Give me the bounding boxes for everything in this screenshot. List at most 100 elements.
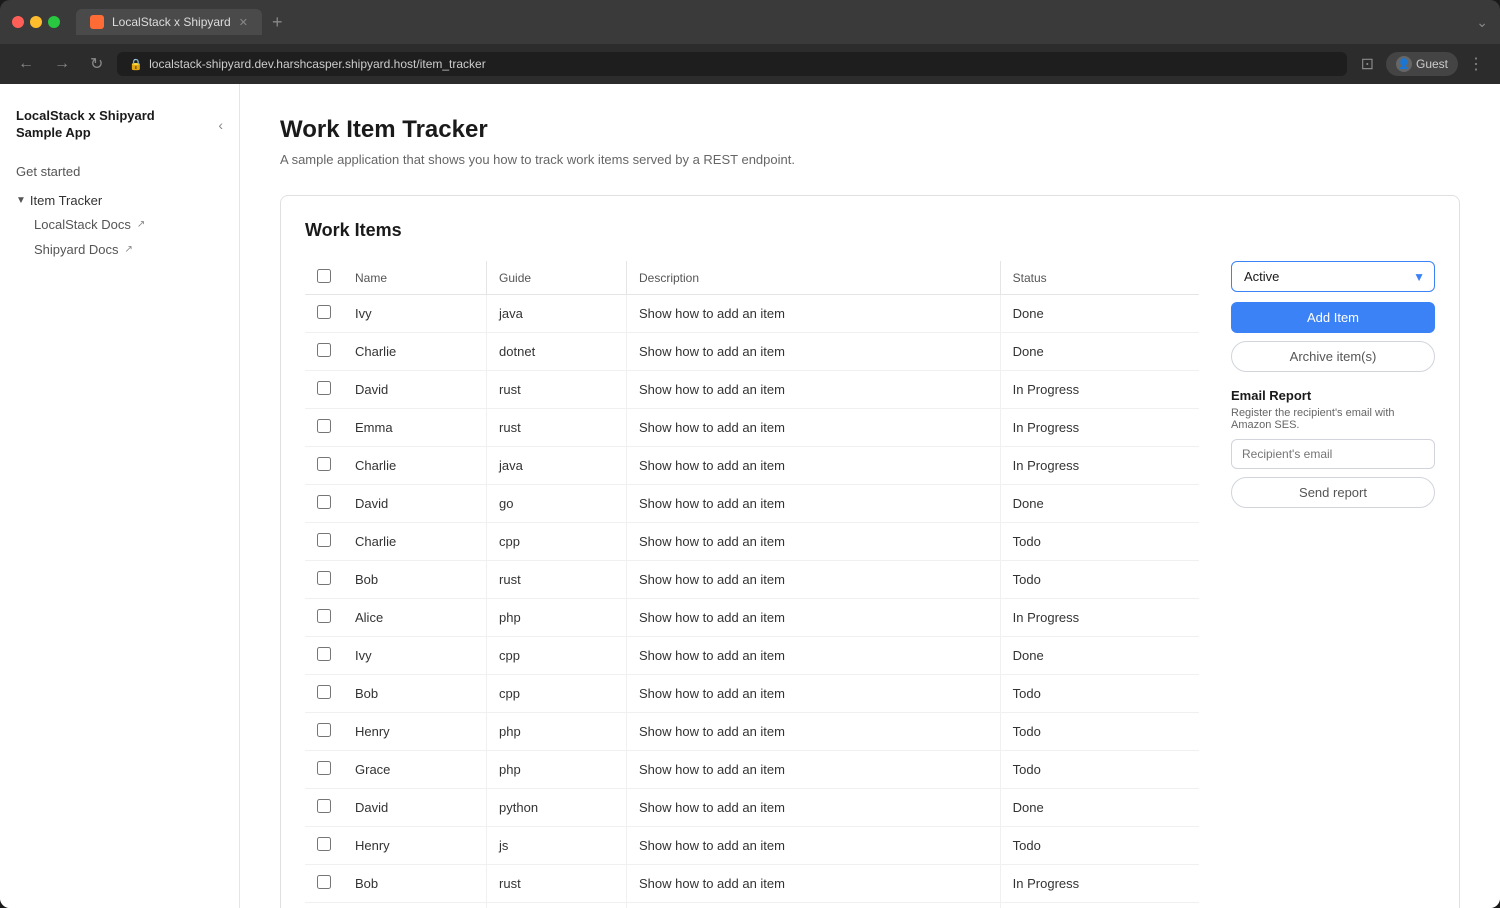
add-item-button[interactable]: Add Item [1231, 302, 1435, 333]
row-status: Todo [1000, 827, 1199, 865]
tab-close-button[interactable]: ✕ [239, 16, 248, 29]
sidebar-item-shipyard-docs[interactable]: Shipyard Docs ↗ [0, 237, 239, 262]
row-checkbox[interactable] [317, 419, 331, 433]
table-row: Henry js Show how to add an item Todo [305, 827, 1199, 865]
sidebar-collapse-button[interactable]: ‹ [218, 117, 223, 133]
table-row: Grace php Show how to add an item Todo [305, 751, 1199, 789]
row-description: Show how to add an item [627, 827, 1001, 865]
row-checkbox[interactable] [317, 723, 331, 737]
row-checkbox-cell [305, 789, 343, 827]
close-button[interactable] [12, 16, 24, 28]
row-checkbox-cell [305, 371, 343, 409]
row-checkbox[interactable] [317, 533, 331, 547]
row-name: Charlie [343, 523, 487, 561]
minimize-button[interactable] [30, 16, 42, 28]
row-checkbox[interactable] [317, 761, 331, 775]
row-checkbox[interactable] [317, 609, 331, 623]
row-checkbox[interactable] [317, 495, 331, 509]
split-view-button[interactable]: ⊡ [1355, 50, 1380, 78]
tabs-dropdown-icon[interactable]: ⌄ [1476, 14, 1488, 31]
row-checkbox-cell [305, 751, 343, 789]
row-name: Ivy [343, 637, 487, 675]
select-all-checkbox[interactable] [317, 269, 331, 283]
row-checkbox[interactable] [317, 685, 331, 699]
shipyard-docs-label: Shipyard Docs [34, 242, 119, 257]
sidebar-section-item-tracker-header[interactable]: ▼ Item Tracker [0, 189, 239, 212]
row-description: Show how to add an item [627, 789, 1001, 827]
recipient-email-input[interactable] [1231, 439, 1435, 469]
profile-avatar-icon: 👤 [1396, 56, 1412, 72]
row-checkbox[interactable] [317, 571, 331, 585]
forward-button[interactable]: → [48, 51, 76, 77]
row-description: Show how to add an item [627, 333, 1001, 371]
row-checkbox[interactable] [317, 837, 331, 851]
profile-button[interactable]: 👤 Guest [1386, 52, 1458, 76]
row-checkbox[interactable] [317, 647, 331, 661]
back-button[interactable]: ← [12, 51, 40, 77]
page-description: A sample application that shows you how … [280, 152, 1460, 167]
table-scroll-container: Name Guide Description Status Ivy java S… [305, 261, 1199, 908]
row-status: Todo [1000, 751, 1199, 789]
active-tab[interactable]: LocalStack x Shipyard ✕ [76, 9, 262, 35]
row-guide: php [487, 751, 627, 789]
sidebar: LocalStack x Shipyard Sample App ‹ Get s… [0, 84, 240, 908]
row-status: In Progress [1000, 371, 1199, 409]
archive-items-button[interactable]: Archive item(s) [1231, 341, 1435, 372]
row-description: Show how to add an item [627, 371, 1001, 409]
status-filter-wrapper: Active Archived ▼ [1231, 261, 1435, 292]
table-body: Ivy java Show how to add an item Done Ch… [305, 295, 1199, 908]
row-checkbox[interactable] [317, 875, 331, 889]
status-filter-select[interactable]: Active Archived [1231, 261, 1435, 292]
row-checkbox-cell [305, 903, 343, 908]
row-checkbox-cell [305, 865, 343, 903]
row-status: Done [1000, 295, 1199, 333]
row-guide: cpp [487, 523, 627, 561]
row-description: Show how to add an item [627, 561, 1001, 599]
sidebar-item-get-started[interactable]: Get started [0, 158, 239, 185]
table-row: Charlie cpp Show how to add an item Todo [305, 523, 1199, 561]
profile-label: Guest [1416, 57, 1448, 71]
main-content: Work Item Tracker A sample application t… [240, 84, 1500, 908]
row-checkbox[interactable] [317, 799, 331, 813]
row-name: Bob [343, 561, 487, 599]
email-report-section: Email Report Register the recipient's em… [1231, 388, 1435, 508]
row-checkbox[interactable] [317, 381, 331, 395]
send-report-button[interactable]: Send report [1231, 477, 1435, 508]
row-description: Show how to add an item [627, 751, 1001, 789]
maximize-button[interactable] [48, 16, 60, 28]
reload-button[interactable]: ↻ [84, 50, 109, 78]
row-checkbox[interactable] [317, 343, 331, 357]
row-name: David [343, 371, 487, 409]
row-name: Bob [343, 903, 487, 908]
table-row: Henry php Show how to add an item Todo [305, 713, 1199, 751]
table-row: Charlie dotnet Show how to add an item D… [305, 333, 1199, 371]
browser-menu-button[interactable]: ⋮ [1464, 54, 1488, 74]
row-description: Show how to add an item [627, 675, 1001, 713]
row-checkbox-cell [305, 485, 343, 523]
row-status: Todo [1000, 561, 1199, 599]
email-report-title: Email Report [1231, 388, 1435, 403]
row-checkbox[interactable] [317, 457, 331, 471]
new-tab-button[interactable]: + [266, 12, 289, 33]
col-header-name: Name [343, 261, 487, 295]
table-row: Bob rust Show how to add an item Todo [305, 561, 1199, 599]
table-row: Emma rust Show how to add an item In Pro… [305, 409, 1199, 447]
sidebar-item-localstack-docs[interactable]: LocalStack Docs ↗ [0, 212, 239, 237]
row-checkbox[interactable] [317, 305, 331, 319]
right-panel: Active Archived ▼ Add Item Archive item(… [1215, 261, 1435, 908]
table-row: David python Show how to add an item Don… [305, 789, 1199, 827]
col-header-checkbox [305, 261, 343, 295]
row-description: Show how to add an item [627, 903, 1001, 908]
table-with-actions: Name Guide Description Status Ivy java S… [305, 261, 1435, 908]
tab-favicon [90, 15, 104, 29]
table-row: Ivy java Show how to add an item Done [305, 295, 1199, 333]
row-checkbox-cell [305, 599, 343, 637]
row-status: Done [1000, 637, 1199, 675]
row-guide: rust [487, 409, 627, 447]
table-row: Alice php Show how to add an item In Pro… [305, 599, 1199, 637]
traffic-lights [12, 16, 60, 28]
row-status: In Progress [1000, 865, 1199, 903]
address-bar[interactable]: 🔒 localstack-shipyard.dev.harshcasper.sh… [117, 52, 1346, 76]
row-checkbox-cell [305, 447, 343, 485]
row-checkbox-cell [305, 333, 343, 371]
